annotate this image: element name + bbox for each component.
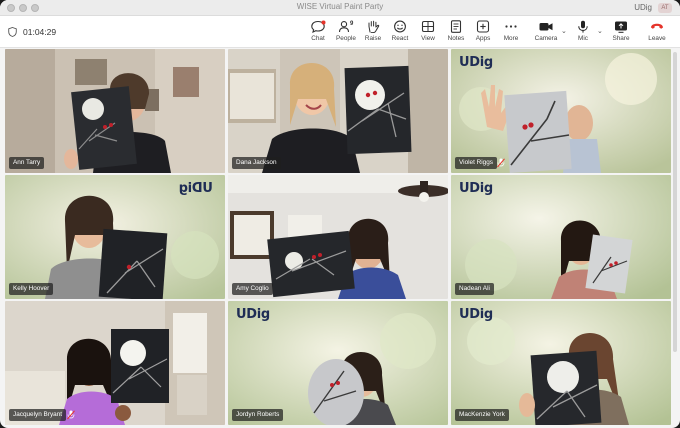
participant-name-tag: Kelly Hoover (9, 283, 54, 295)
camera-icon (539, 23, 553, 31)
react-button[interactable]: React (387, 18, 413, 46)
more-button[interactable]: More (497, 18, 525, 46)
raise-hand-button[interactable]: Raise (360, 18, 386, 46)
people-button[interactable]: 9 People (332, 18, 360, 46)
participant-name-tag: Ann Tarry (9, 157, 45, 169)
company-logo: UDig (236, 307, 270, 322)
participant-video (5, 49, 225, 173)
leave-button[interactable]: Leave (643, 18, 671, 46)
participant-video (5, 301, 225, 425)
video-tile[interactable]: UDig Jordyn Roberts (228, 301, 448, 425)
video-tile[interactable]: Ann Tarry (5, 49, 225, 173)
notes-icon (450, 20, 462, 33)
share-icon (615, 21, 627, 33)
muted-mic-icon (67, 410, 75, 420)
video-tile[interactable]: UDig Nadean Ali (451, 175, 671, 299)
react-icon (394, 20, 406, 33)
participant-name-tag: Jacquelyn Bryant (9, 409, 67, 421)
meeting-window: WISE Virtual Paint Party UDig AT 01:04:2… (0, 0, 680, 428)
video-tile[interactable]: UDig MacKenzie York (451, 301, 671, 425)
mic-icon (578, 20, 588, 33)
participant-video (228, 49, 448, 173)
muted-mic-icon (497, 158, 505, 168)
participant-name-tag: Nadean Ali (455, 283, 494, 295)
meeting-toolbar: 01:04:29 Chat 9 People Raise React View … (0, 16, 680, 48)
participant-video (228, 175, 448, 299)
video-gallery: Ann Tarry Dana Jackson UDig Violet Riggs… (5, 49, 671, 425)
camera-options-chevron-down-icon[interactable]: ⌄ (561, 27, 567, 35)
raise-hand-icon (368, 20, 380, 33)
camera-button[interactable]: Camera (532, 18, 560, 46)
apps-icon (476, 20, 490, 33)
mic-button[interactable]: Mic (570, 18, 596, 46)
video-tile[interactable]: Amy Coglio (228, 175, 448, 299)
account-name[interactable]: UDig (634, 3, 652, 12)
video-tile[interactable]: Jacquelyn Bryant (5, 301, 225, 425)
chat-button[interactable]: Chat (304, 18, 332, 46)
participant-name-tag: Dana Jackson (232, 157, 281, 169)
apps-button[interactable]: Apps (469, 18, 497, 46)
mic-options-chevron-down-icon[interactable]: ⌄ (597, 27, 603, 35)
more-icon (505, 25, 517, 28)
view-button[interactable]: View (414, 18, 442, 46)
title-bar: WISE Virtual Paint Party UDig AT (0, 0, 680, 16)
chat-icon (311, 20, 326, 33)
participant-name-tag: Amy Coglio (232, 283, 273, 295)
view-icon (421, 20, 435, 33)
video-tile[interactable]: UDig Kelly Hoover (5, 175, 225, 299)
participant-name-tag: MacKenzie York (455, 409, 509, 421)
notes-button[interactable]: Notes (442, 18, 470, 46)
participant-count: 9 (350, 21, 354, 27)
avatar[interactable]: AT (658, 3, 672, 13)
gallery-scrollbar[interactable] (673, 52, 677, 352)
company-logo: UDig (459, 181, 493, 196)
company-logo: UDig (459, 307, 493, 322)
participant-name-tag: Jordyn Roberts (232, 409, 284, 421)
company-logo: UDig (179, 181, 213, 196)
meeting-timer: 01:04:29 (23, 27, 57, 37)
share-button[interactable]: Share (607, 18, 635, 46)
participant-name-tag: Violet Riggs (455, 157, 497, 169)
shield-icon[interactable] (8, 27, 17, 37)
leave-icon (651, 23, 663, 29)
company-logo: UDig (459, 55, 493, 70)
video-tile[interactable]: Dana Jackson (228, 49, 448, 173)
video-tile[interactable]: UDig Violet Riggs (451, 49, 671, 173)
window-title: WISE Virtual Paint Party (296, 2, 384, 11)
